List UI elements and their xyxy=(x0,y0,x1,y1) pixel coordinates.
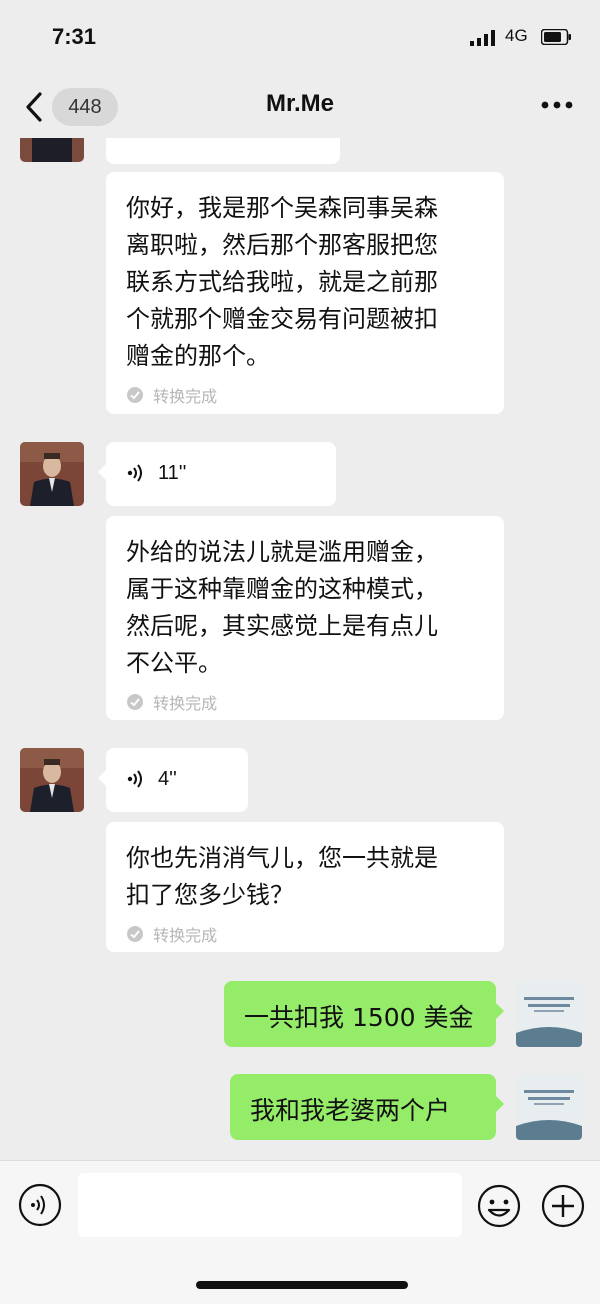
chat-title: Mr.Me xyxy=(265,90,334,117)
transcript-status-label: 转换完成 xyxy=(153,926,218,945)
check-icon xyxy=(127,926,143,942)
transcript-text: 外给的说法儿就是滥用赠金， 属于这种靠赠金的这种模式， 然后呢，其实感觉上是有点… xyxy=(126,538,438,677)
transcript-status: 转换完成 xyxy=(126,690,484,714)
message-partial xyxy=(106,138,340,164)
message-input[interactable] xyxy=(78,1173,462,1237)
message-list[interactable]: 你好，我是那个吴森同事吴森 离职啦，然后那个那客服把您 联系方式给我啦，就是之前… xyxy=(0,138,600,1160)
voice-message[interactable]: 4'' xyxy=(98,748,248,812)
voice-transcript[interactable]: 外给的说法儿就是滥用赠金， 属于这种靠赠金的这种模式， 然后呢，其实感觉上是有点… xyxy=(106,516,504,720)
battery-icon xyxy=(541,29,571,45)
voice-message[interactable]: 11'' xyxy=(98,442,336,506)
transcript-status: 转换完成 xyxy=(126,922,484,946)
home-indicator[interactable] xyxy=(196,1281,408,1289)
outgoing-message[interactable]: 我和我老婆两个户 xyxy=(230,1074,504,1140)
contact-avatar[interactable] xyxy=(20,748,84,812)
my-avatar-image xyxy=(516,981,582,1047)
voice-duration: 4'' xyxy=(158,768,177,790)
bubble-tail xyxy=(98,464,106,480)
signal-icon xyxy=(470,30,495,46)
emoji-icon[interactable] xyxy=(476,1183,522,1229)
my-avatar[interactable] xyxy=(516,1074,582,1140)
bubble-tail xyxy=(496,1096,504,1112)
voice-icon xyxy=(127,464,142,482)
chat-header: 448 Mr.Me xyxy=(0,78,600,138)
voice-duration: 11'' xyxy=(158,462,187,484)
transcript-text: 你好，我是那个吴森同事吴森 离职啦，然后那个那客服把您 联系方式给我啦，就是之前… xyxy=(126,194,438,370)
check-icon xyxy=(127,694,143,710)
my-avatar-image xyxy=(516,1074,582,1140)
voice-transcript[interactable]: 你也先消消气儿，您一共就是 扣了您多少钱？ 转换完成 xyxy=(106,822,504,952)
outgoing-message[interactable]: 一共扣我 1500 美金 xyxy=(224,981,504,1047)
contact-avatar[interactable] xyxy=(20,442,84,506)
bubble-tail xyxy=(496,1003,504,1019)
bubble-tail xyxy=(98,770,106,786)
network-type: 4G xyxy=(505,26,528,45)
more-icon[interactable] xyxy=(540,100,574,110)
check-icon xyxy=(127,387,143,403)
voice-transcript[interactable]: 你好，我是那个吴森同事吴森 离职啦，然后那个那客服把您 联系方式给我啦，就是之前… xyxy=(106,172,504,414)
voice-icon xyxy=(127,770,142,788)
my-avatar[interactable] xyxy=(516,981,582,1047)
input-bar xyxy=(0,1160,600,1304)
contact-avatar-image xyxy=(20,138,84,162)
contact-avatar-image xyxy=(20,748,84,812)
contact-avatar-image xyxy=(20,442,84,506)
message-text: 一共扣我 1500 美金 xyxy=(244,1003,474,1032)
status-time: 7:31 xyxy=(52,24,97,49)
plus-icon[interactable] xyxy=(540,1183,586,1229)
message-text: 我和我老婆两个户 xyxy=(250,1096,451,1125)
status-bar: 7:31 4G xyxy=(0,0,600,78)
voice-toggle-icon[interactable] xyxy=(18,1183,62,1227)
transcript-status-label: 转换完成 xyxy=(153,387,218,406)
transcript-status: 转换完成 xyxy=(126,383,484,407)
contact-avatar[interactable] xyxy=(20,138,84,162)
transcript-status-label: 转换完成 xyxy=(153,694,218,713)
transcript-text: 你也先消消气儿，您一共就是 扣了您多少钱？ xyxy=(126,844,438,909)
